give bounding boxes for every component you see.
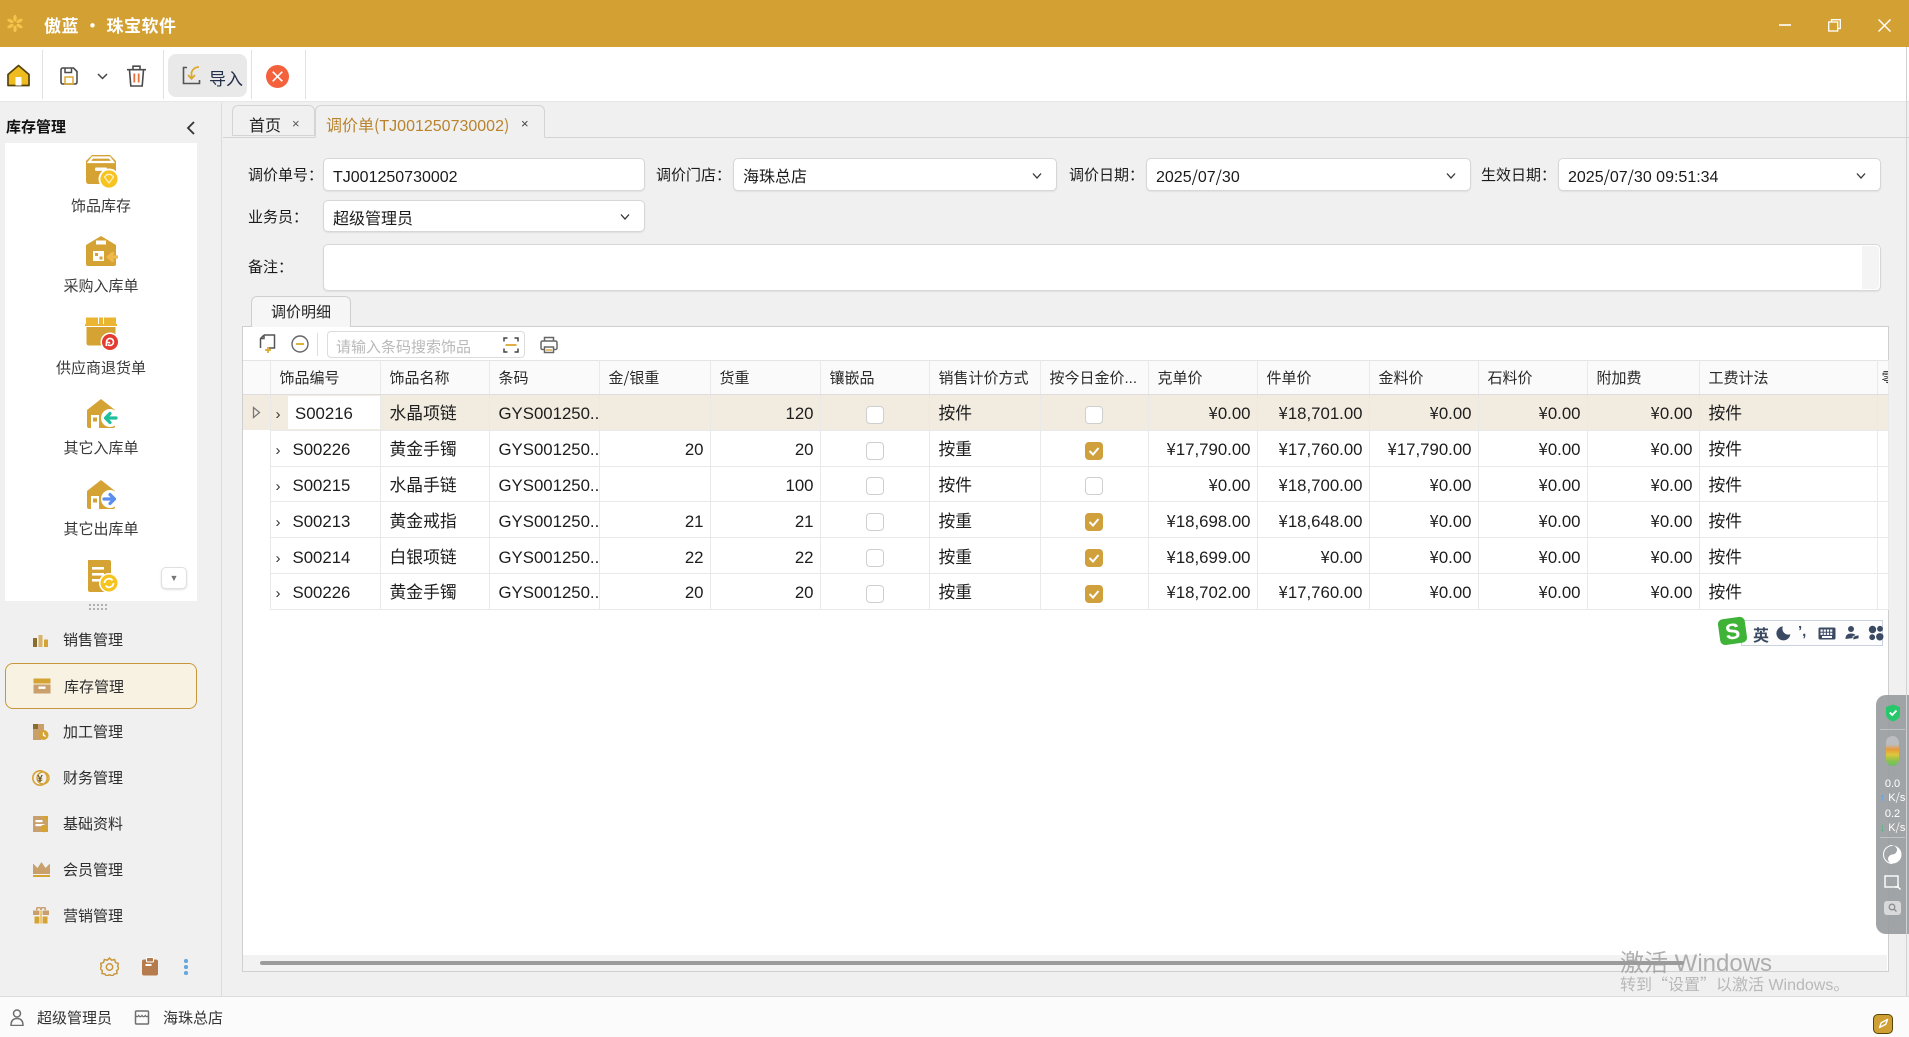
svg-text:¥: ¥ — [37, 774, 43, 785]
